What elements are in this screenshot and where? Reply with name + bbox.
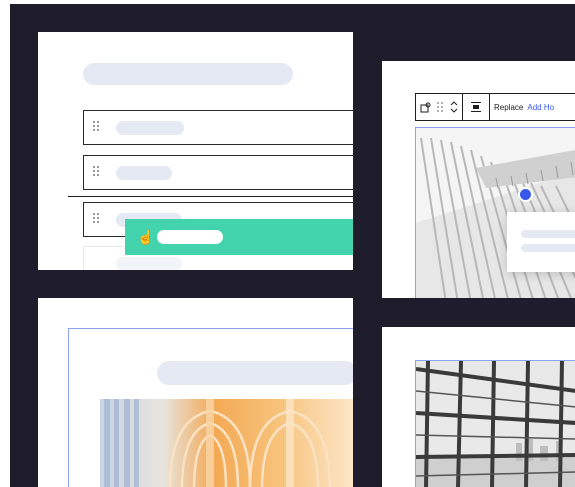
dragged-item-placeholder: [157, 230, 223, 244]
gallery-image-graphic: [100, 399, 353, 487]
caption-placeholder: [157, 361, 353, 385]
dragged-list-item[interactable]: ☝: [125, 219, 353, 255]
list-item-placeholder: [116, 166, 172, 180]
gallery-image[interactable]: [100, 399, 353, 487]
window-image[interactable]: [415, 360, 575, 487]
align-icon[interactable]: [463, 94, 489, 120]
window-image-graphic: [416, 361, 575, 487]
page: ☝ Replace Add Ho: [0, 0, 575, 487]
gallery-block-card: [38, 298, 353, 487]
popover-placeholder: [521, 244, 575, 252]
add-hotspot-button[interactable]: Add Ho: [527, 103, 554, 112]
block-toolbar: Replace Add Ho: [415, 93, 575, 121]
image-block-card: Replace Add Ho: [382, 61, 575, 298]
list-item[interactable]: [83, 110, 353, 145]
list-item[interactable]: [83, 155, 353, 190]
drag-handle-icon[interactable]: [434, 94, 446, 120]
drag-handle-icon[interactable]: [93, 166, 101, 178]
list-block-card: ☝: [38, 32, 353, 270]
list-item-placeholder: [116, 257, 182, 270]
window-image-card: [382, 327, 575, 487]
drag-handle-icon[interactable]: [93, 213, 101, 225]
hotspot-marker[interactable]: [518, 187, 533, 202]
drag-handle-icon[interactable]: [93, 121, 101, 133]
popover-placeholder: [521, 230, 575, 238]
replace-button[interactable]: Replace: [490, 94, 527, 120]
image-settings-icon[interactable]: [416, 94, 434, 120]
drop-indicator: [68, 196, 353, 197]
list-item-placeholder: [116, 121, 184, 135]
heading-placeholder: [83, 63, 293, 85]
move-up-down-icon[interactable]: [446, 94, 462, 120]
hotspot-popover: [507, 212, 575, 272]
selected-block-outline: [68, 328, 353, 487]
hand-pointer-icon: ☝: [137, 229, 155, 245]
